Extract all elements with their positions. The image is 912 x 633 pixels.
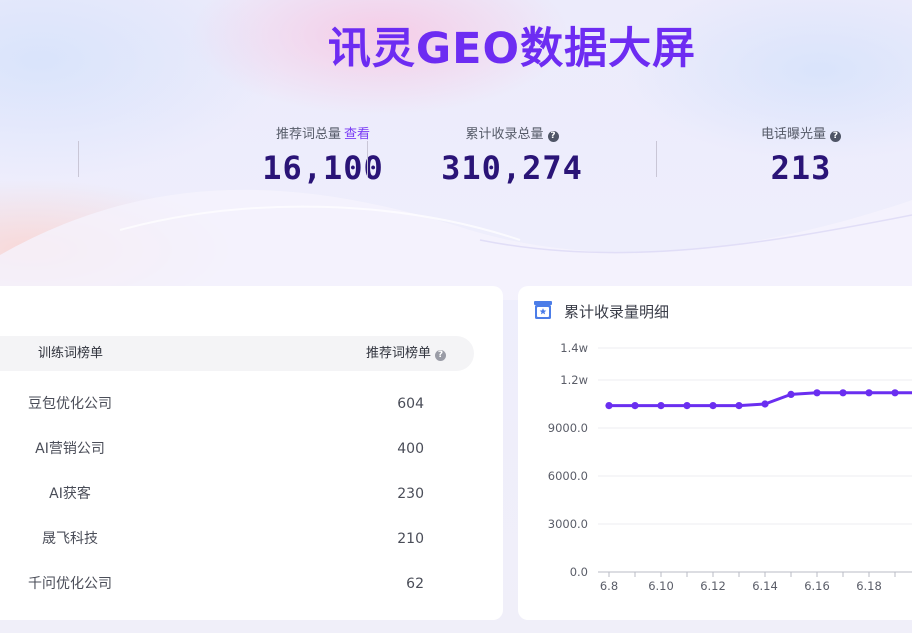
x-tick-label: 6.12 xyxy=(700,579,726,593)
data-point xyxy=(891,389,899,397)
stat-label: 累计收录总量 xyxy=(465,127,544,142)
help-icon[interactable]: ? xyxy=(830,131,841,142)
data-point xyxy=(813,389,821,397)
indexed-line-chart: 0.0 3000.0 6000.0 9000.0 1.2w 1.4w 6.8 6.10 6.1… xyxy=(548,341,912,593)
data-point xyxy=(605,402,613,410)
table-row[interactable]: AI营销公司 400 xyxy=(0,427,474,472)
data-point xyxy=(735,402,743,410)
data-point xyxy=(657,402,665,410)
data-point xyxy=(709,402,717,410)
y-tick-label: 3000.0 xyxy=(548,517,588,531)
stat-label: 电话曝光量 xyxy=(760,127,826,142)
data-point xyxy=(761,400,769,408)
stat-label-row: 电话曝光量? xyxy=(656,124,912,146)
ranking-table-header: 训练词榜单 推荐词榜单? xyxy=(0,336,474,371)
page-title: 讯灵GEO数据大屏 xyxy=(327,24,697,74)
help-icon[interactable]: ? xyxy=(547,131,559,142)
row-value: 400 xyxy=(397,441,424,457)
divider xyxy=(78,141,79,177)
stat-value: 213 xyxy=(770,149,832,187)
y-tick-label: 9000.0 xyxy=(548,421,588,435)
row-value: 604 xyxy=(397,396,424,412)
data-point xyxy=(865,389,873,397)
row-value: 230 xyxy=(397,486,424,502)
y-tick-label: 1.4w xyxy=(560,341,588,355)
table-row[interactable]: 晟飞科技 210 xyxy=(0,517,474,562)
stat-label: 推荐词总量 xyxy=(275,127,341,142)
help-icon[interactable]: ? xyxy=(435,350,446,361)
row-name: 晟飞科技 xyxy=(42,531,98,547)
y-tick-label: 0.0 xyxy=(570,565,588,579)
row-name: AI营销公司 xyxy=(35,441,105,457)
x-tick-label: 6.18 xyxy=(856,579,882,593)
data-point xyxy=(787,390,795,398)
dashboard-page: 讯灵GEO数据大屏 推荐词总量 查看 16,100 累计收录总量? 310,274… xyxy=(0,0,912,633)
row-value: 210 xyxy=(397,531,424,547)
stat-phone-exposure: 电话曝光量? 213 xyxy=(656,124,912,190)
x-tick-label: 6.10 xyxy=(648,579,674,593)
x-tick-label: 6.8 xyxy=(600,579,618,593)
data-point xyxy=(839,389,847,397)
ranking-card: 训练词榜单 推荐词榜单? 豆包优化公司 604 AI营销公司 400 AI获客 … xyxy=(0,286,503,620)
stat-total-indexed: 累计收录总量? 310,274 xyxy=(367,124,657,190)
row-name: 千问优化公司 xyxy=(28,576,112,592)
data-point xyxy=(683,402,691,410)
indexed-detail-card: 累计收录量明细 0.0 3000.0 6000.0 9000.0 1.2w 1.4w 6.… xyxy=(518,286,912,620)
table-row[interactable]: 豆包优化公司 604 xyxy=(0,382,474,427)
row-value: 62 xyxy=(406,576,424,592)
stat-label-row: 累计收录总量? xyxy=(367,124,657,146)
table-row[interactable]: 千问优化公司 62 xyxy=(0,562,474,607)
table-row[interactable]: AI获客 230 xyxy=(0,472,474,517)
x-tick-label: 6.14 xyxy=(752,579,778,593)
y-tick-label: 1.2w xyxy=(560,373,588,387)
y-tick-label: 6000.0 xyxy=(548,469,588,483)
row-name: 豆包优化公司 xyxy=(28,396,112,412)
stat-value: 310,274 xyxy=(441,149,583,187)
column-header-recommended-words: 推荐词榜单? xyxy=(366,336,446,371)
column-header-label: 推荐词榜单 xyxy=(365,346,431,361)
column-header-training-words: 训练词榜单 xyxy=(38,346,104,361)
x-tick-label: 6.16 xyxy=(804,579,830,593)
data-point xyxy=(631,402,639,410)
row-name: AI获客 xyxy=(49,486,91,502)
